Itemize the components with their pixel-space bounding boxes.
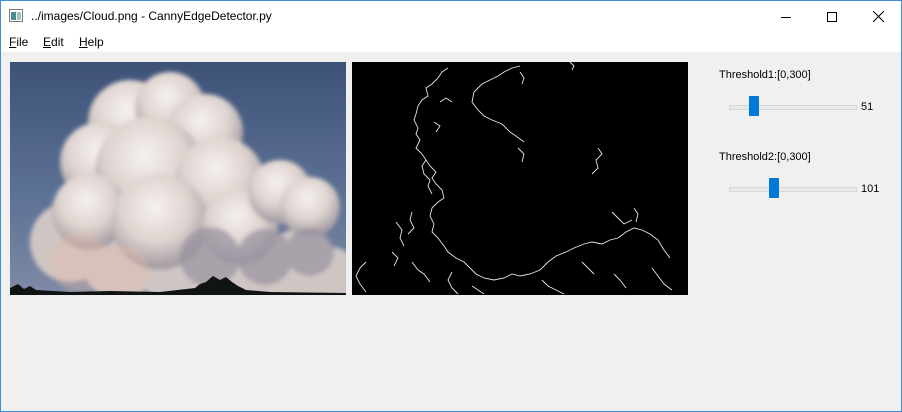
threshold2-slider[interactable] [729, 178, 857, 200]
close-button[interactable] [855, 1, 901, 32]
original-image [10, 62, 346, 295]
title-bar[interactable]: ../images/Cloud.png - CannyEdgeDetector.… [1, 1, 901, 32]
maximize-icon [827, 11, 837, 22]
threshold1-slider[interactable] [729, 96, 857, 118]
menu-bar: File Edit Help [1, 32, 901, 52]
menu-file[interactable]: File [9, 35, 28, 49]
threshold1-value: 51 [861, 101, 874, 113]
menu-help[interactable]: Help [79, 35, 104, 49]
minimize-icon [781, 16, 791, 18]
app-window: ../images/Cloud.png - CannyEdgeDetector.… [0, 0, 902, 412]
edge-image [352, 62, 688, 295]
threshold2-value: 101 [861, 183, 880, 195]
minimize-button[interactable] [763, 1, 809, 32]
threshold2-label: Threshold2:[0,300] [719, 151, 811, 163]
threshold1-label: Threshold1:[0,300] [719, 69, 811, 81]
client-area: Threshold1:[0,300] 51 Threshold2:[0,300]… [1, 52, 901, 411]
close-icon [872, 11, 884, 22]
maximize-button[interactable] [809, 1, 855, 32]
app-icon [9, 9, 23, 22]
slider-track [729, 187, 857, 192]
slider-thumb[interactable] [749, 96, 759, 116]
menu-edit[interactable]: Edit [43, 35, 64, 49]
slider-thumb[interactable] [769, 178, 779, 198]
window-title: ../images/Cloud.png - CannyEdgeDetector.… [31, 9, 272, 23]
